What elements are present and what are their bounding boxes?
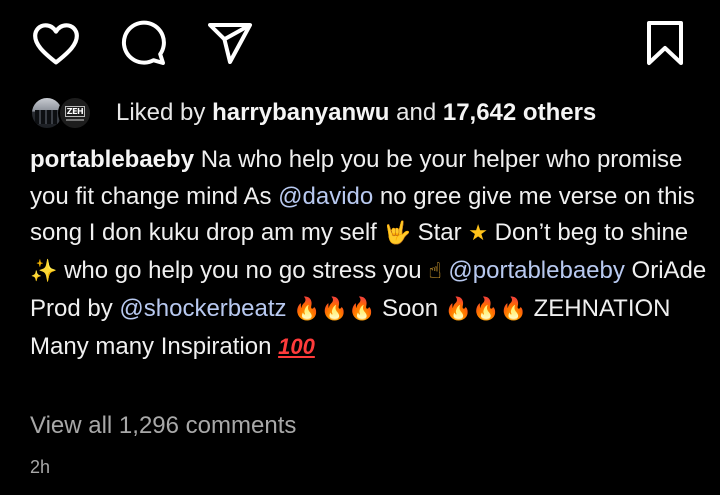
- star-emoji: ★: [468, 221, 489, 247]
- like-button[interactable]: [31, 18, 81, 68]
- comment-bubble-icon: [121, 20, 166, 65]
- fire-emoji: 🔥🔥🔥: [293, 296, 376, 322]
- sparkles-emoji: ✨: [30, 259, 58, 285]
- love-you-gesture-emoji: 🤟: [383, 221, 411, 247]
- liker-avatars[interactable]: ZEH: [30, 96, 94, 130]
- caption-text: Star: [410, 219, 469, 247]
- save-button[interactable]: [640, 18, 690, 68]
- liked-by-row: ZEH Liked by harrybanyanwu and 17,642 ot…: [30, 93, 596, 133]
- bookmark-icon: [647, 21, 683, 65]
- avatar-logo-text: ZEH: [64, 105, 86, 117]
- post-action-bar: [0, 0, 720, 86]
- share-button[interactable]: [205, 18, 255, 68]
- point-up-emoji: ☝: [428, 259, 442, 285]
- caption-text: Don’t beg to shine: [488, 219, 689, 247]
- caption-username-link[interactable]: portablebaeby: [30, 146, 194, 173]
- post-timestamp: 2h: [30, 457, 51, 477]
- view-all-comments-link[interactable]: View all 1,296 comments: [30, 408, 296, 444]
- caption-text: who go help you no go stress you: [57, 257, 429, 285]
- heart-icon: [33, 23, 79, 65]
- liked-by-conjunction: and: [396, 99, 437, 126]
- mention-link[interactable]: @davido: [278, 183, 373, 210]
- comment-button[interactable]: [118, 18, 168, 68]
- mention-link[interactable]: @portablebaeby: [448, 257, 624, 284]
- paper-plane-icon: [208, 23, 252, 64]
- avatar: ZEH: [58, 96, 92, 130]
- post-caption: portablebaeby Na who help you be your he…: [30, 142, 710, 365]
- liked-by-text: Liked by harrybanyanwu and 17,642 others: [116, 93, 596, 133]
- mention-link[interactable]: @shockerbeatz: [119, 295, 286, 322]
- liked-by-prefix: Liked by: [116, 99, 206, 126]
- caption-text: Soon: [375, 294, 445, 322]
- hundred-points-emoji: 100: [278, 333, 315, 359]
- fire-emoji: 🔥🔥🔥: [444, 296, 527, 322]
- likes-count-link[interactable]: 17,642 others: [443, 99, 596, 126]
- liker-username-link[interactable]: harrybanyanwu: [212, 99, 389, 126]
